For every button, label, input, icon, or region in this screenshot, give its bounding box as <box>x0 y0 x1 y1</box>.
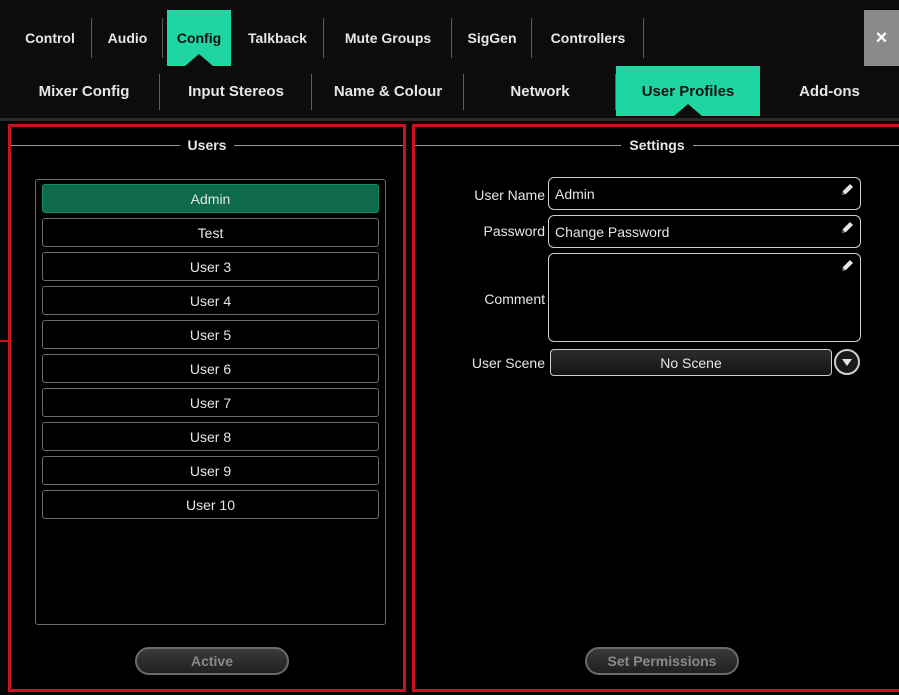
list-item-user[interactable]: User 5 <box>42 320 379 349</box>
top-navigation: Control Audio Config Talkback Mute Group… <box>0 0 899 120</box>
tab-label: Talkback <box>248 30 307 46</box>
comment-label: Comment <box>484 291 545 307</box>
user-scene-select[interactable]: No Scene <box>550 349 832 376</box>
users-list: Admin Test User 3 User 4 User 5 User 6 U… <box>35 179 386 625</box>
tab-label: Audio <box>107 30 148 46</box>
user-name: User 8 <box>189 428 232 445</box>
password-field[interactable]: Change Password <box>548 215 861 248</box>
tab-label: Mixer Config <box>38 82 130 100</box>
close-button[interactable]: × <box>864 10 899 66</box>
user-name-label: User Name <box>474 187 545 203</box>
tab-label: Network <box>510 82 570 100</box>
secondary-tab-bar: Mixer Config Input Stereos Name & Colour… <box>8 66 899 118</box>
tab-audio[interactable]: Audio <box>92 10 163 66</box>
user-name: User 7 <box>189 394 232 411</box>
user-name: User 5 <box>189 326 232 343</box>
comment-field[interactable] <box>548 253 861 342</box>
list-item-user[interactable]: User 7 <box>42 388 379 417</box>
user-name: User 10 <box>185 496 236 513</box>
tab-talkback[interactable]: Talkback <box>231 10 324 66</box>
tab-config[interactable]: Config <box>167 10 231 66</box>
list-item-user[interactable]: User 3 <box>42 252 379 281</box>
user-name-field[interactable]: Admin <box>548 177 861 210</box>
tab-mute-groups[interactable]: Mute Groups <box>324 10 452 66</box>
user-scene-value: No Scene <box>660 354 722 371</box>
set-permissions-button[interactable]: Set Permissions <box>585 647 739 675</box>
user-name: User 6 <box>189 360 232 377</box>
list-item-user[interactable]: User 10 <box>42 490 379 519</box>
list-item-user[interactable]: User 9 <box>42 456 379 485</box>
settings-panel-title: Settings <box>415 135 899 155</box>
users-panel: Users Admin Test User 3 User 4 User 5 Us… <box>8 124 406 692</box>
list-item-user[interactable]: User 8 <box>42 422 379 451</box>
dropdown-arrow-icon <box>842 359 852 366</box>
tab-label: User Profiles <box>641 82 735 100</box>
tab-mixer-config[interactable]: Mixer Config <box>8 66 160 116</box>
user-name: User 9 <box>189 462 232 479</box>
tab-label: Controllers <box>550 30 626 46</box>
tab-label: Config <box>176 30 222 46</box>
header-divider <box>0 118 899 121</box>
settings-panel: Settings User Name Admin Password Change… <box>412 124 899 692</box>
password-label: Password <box>483 223 545 239</box>
tab-label: Control <box>25 30 75 46</box>
close-icon: × <box>875 26 888 49</box>
tab-label: Add-ons <box>799 82 860 100</box>
panel-title-text: Users <box>187 137 227 153</box>
pencil-icon <box>842 260 853 271</box>
users-panel-title: Users <box>11 135 404 155</box>
tab-siggen[interactable]: SigGen <box>452 10 532 66</box>
tab-label: Input Stereos <box>188 82 284 100</box>
panel-title-text: Settings <box>629 137 685 153</box>
tab-controllers[interactable]: Controllers <box>532 10 644 66</box>
list-item-user[interactable]: User 4 <box>42 286 379 315</box>
pencil-icon <box>842 184 853 195</box>
tab-control[interactable]: Control <box>8 10 92 66</box>
button-label: Set Permissions <box>607 653 717 669</box>
active-button[interactable]: Active <box>135 647 289 675</box>
user-scene-label: User Scene <box>471 355 545 371</box>
user-name: Admin <box>190 190 231 207</box>
user-name: User 3 <box>189 258 232 275</box>
scene-dropdown-button[interactable] <box>834 349 860 375</box>
tab-label: SigGen <box>467 30 517 46</box>
user-name: User 4 <box>189 292 232 309</box>
list-item-user[interactable]: Test <box>42 218 379 247</box>
tab-name-colour[interactable]: Name & Colour <box>312 66 464 116</box>
list-item-user[interactable]: Admin <box>42 184 379 213</box>
password-value: Change Password <box>555 223 670 240</box>
pencil-icon <box>842 222 853 233</box>
tab-label: Mute Groups <box>344 30 432 46</box>
user-name-value: Admin <box>555 185 595 202</box>
list-item-user[interactable]: User 6 <box>42 354 379 383</box>
tab-add-ons[interactable]: Add-ons <box>760 66 899 116</box>
primary-tab-bar: Control Audio Config Talkback Mute Group… <box>8 10 864 66</box>
tab-user-profiles[interactable]: User Profiles <box>616 66 760 116</box>
tab-network[interactable]: Network <box>464 66 616 116</box>
user-name: Test <box>197 224 224 241</box>
tab-label: Name & Colour <box>333 82 443 100</box>
tab-input-stereos[interactable]: Input Stereos <box>160 66 312 116</box>
button-label: Active <box>190 653 234 669</box>
